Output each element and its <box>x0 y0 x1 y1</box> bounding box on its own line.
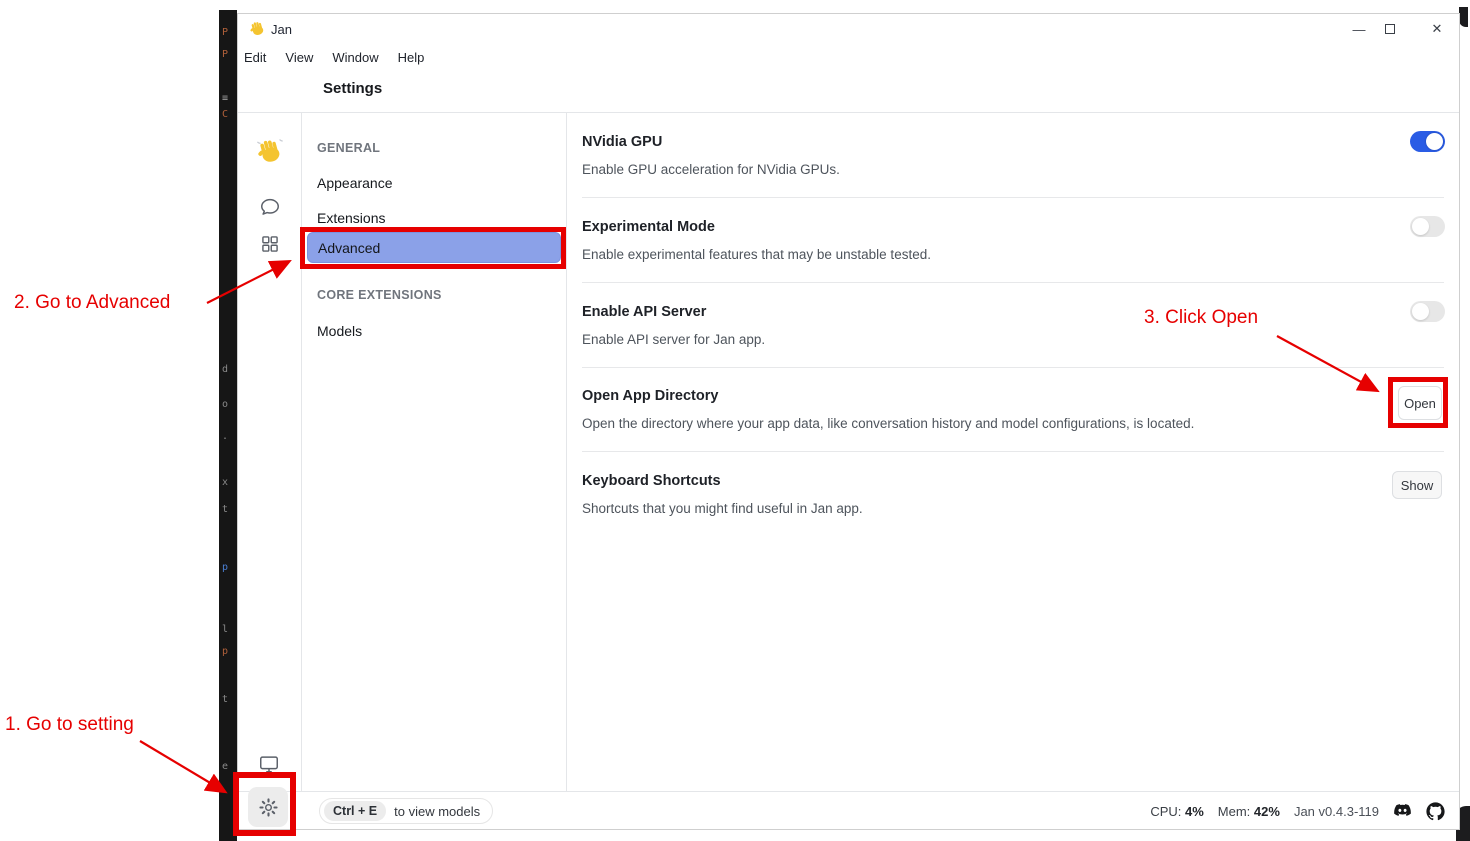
terminal-char: d <box>222 365 228 375</box>
close-button[interactable]: ✕ <box>1415 14 1459 44</box>
jan-hand-logo-icon <box>249 20 266 37</box>
header-divider <box>238 112 1459 113</box>
grid-icon <box>260 234 280 254</box>
setting-desc-experimental-mode: Enable experimental features that may be… <box>582 247 931 262</box>
menubar: Edit View Window Help <box>238 48 427 70</box>
row-divider <box>582 282 1444 283</box>
terminal-char: P <box>222 50 228 60</box>
setting-title-experimental-mode: Experimental Mode <box>582 219 715 235</box>
nav-section-general: GENERAL <box>317 141 380 155</box>
nav-item-extensions[interactable]: Extensions <box>317 210 385 226</box>
terminal-char: o <box>222 400 228 410</box>
discord-icon[interactable] <box>1393 802 1412 821</box>
terminal-char: t <box>222 505 228 515</box>
rail-divider <box>301 113 302 791</box>
chat-bubble-icon <box>259 196 281 218</box>
toggle-nvidia-gpu[interactable] <box>1410 131 1445 152</box>
jan-app-window: Jan — ✕ Edit View Window Help Settings <box>237 13 1460 830</box>
background-terminal-strip: P P ≡ Cd o. x t p l p t e <box>219 10 237 841</box>
annotation-step3: 3. Click Open <box>1144 307 1258 329</box>
setting-title-keyboard-shortcuts: Keyboard Shortcuts <box>582 473 721 489</box>
sidebar-item-welcome[interactable] <box>255 136 285 166</box>
annotation-box-open-button <box>1388 377 1448 428</box>
terminal-char: ≡ <box>222 94 228 104</box>
memory-usage: Mem: 42% <box>1218 804 1280 819</box>
screenshot-scene: P P ≡ Cd o. x t p l p t e Jan — ✕ <box>0 0 1470 841</box>
app-version: Jan v0.4.3-119 <box>1294 804 1379 819</box>
setting-desc-keyboard-shortcuts: Shortcuts that you might find useful in … <box>582 501 863 516</box>
sidebar-item-threads[interactable] <box>258 195 282 219</box>
titlebar: Jan — ✕ <box>238 14 1459 44</box>
sidebar-item-hub[interactable] <box>259 233 281 255</box>
setting-title-open-app-directory: Open App Directory <box>582 388 718 404</box>
setting-title-api-server: Enable API Server <box>582 304 706 320</box>
nav-item-appearance[interactable]: Appearance <box>317 175 393 191</box>
setting-desc-api-server: Enable API server for Jan app. <box>582 332 765 347</box>
toggle-knob <box>1426 133 1443 150</box>
github-icon[interactable] <box>1426 802 1445 821</box>
menu-help[interactable]: Help <box>395 48 428 70</box>
row-divider <box>582 197 1444 198</box>
background-window-fragment <box>1459 7 1468 27</box>
maximize-button[interactable] <box>1368 14 1412 44</box>
shortcut-key-badge: Ctrl + E <box>324 801 386 821</box>
annotation-step1: 1. Go to setting <box>5 714 134 736</box>
row-divider <box>582 451 1444 452</box>
shortcut-hint-text: to view models <box>394 804 480 819</box>
terminal-char: l <box>222 625 228 635</box>
toggle-knob <box>1412 303 1429 320</box>
statusbar-divider <box>238 791 1459 792</box>
menu-edit[interactable]: Edit <box>241 48 269 70</box>
setting-title-nvidia-gpu: NVidia GPU <box>582 134 662 150</box>
setting-desc-nvidia-gpu: Enable GPU acceleration for NVidia GPUs. <box>582 162 840 177</box>
model-shortcut-hint: Ctrl + E to view models <box>319 798 493 824</box>
terminal-char: e <box>222 762 228 772</box>
toggle-knob <box>1412 218 1429 235</box>
cpu-usage: CPU: 4% <box>1150 804 1203 819</box>
annotation-box-advanced <box>300 227 566 269</box>
setting-desc-open-app-directory: Open the directory where your app data, … <box>582 416 1194 431</box>
annotation-box-settings-gear <box>233 772 296 836</box>
toggle-experimental-mode[interactable] <box>1410 216 1445 237</box>
wave-hand-icon <box>256 137 284 165</box>
terminal-char: p <box>222 563 228 573</box>
nav-section-core-extensions: CORE EXTENSIONS <box>317 288 442 302</box>
window-title: Jan <box>271 22 292 37</box>
toggle-api-server[interactable] <box>1410 301 1445 322</box>
terminal-char: P <box>222 28 228 38</box>
show-button[interactable]: Show <box>1392 471 1442 499</box>
maximize-icon <box>1385 24 1395 34</box>
menu-window[interactable]: Window <box>329 48 381 70</box>
terminal-char: p <box>222 647 228 657</box>
row-divider <box>582 367 1444 368</box>
nav-item-models[interactable]: Models <box>317 323 362 339</box>
terminal-char: . <box>222 432 228 442</box>
annotation-step2: 2. Go to Advanced <box>14 292 170 314</box>
page-title: Settings <box>323 80 382 97</box>
terminal-char: t <box>222 695 228 705</box>
status-metrics: CPU: 4% Mem: 42% Jan v0.4.3-119 <box>1150 798 1445 824</box>
terminal-char: C <box>222 110 228 120</box>
terminal-char: x <box>222 478 228 488</box>
nav-divider <box>566 113 567 791</box>
menu-view[interactable]: View <box>282 48 316 70</box>
